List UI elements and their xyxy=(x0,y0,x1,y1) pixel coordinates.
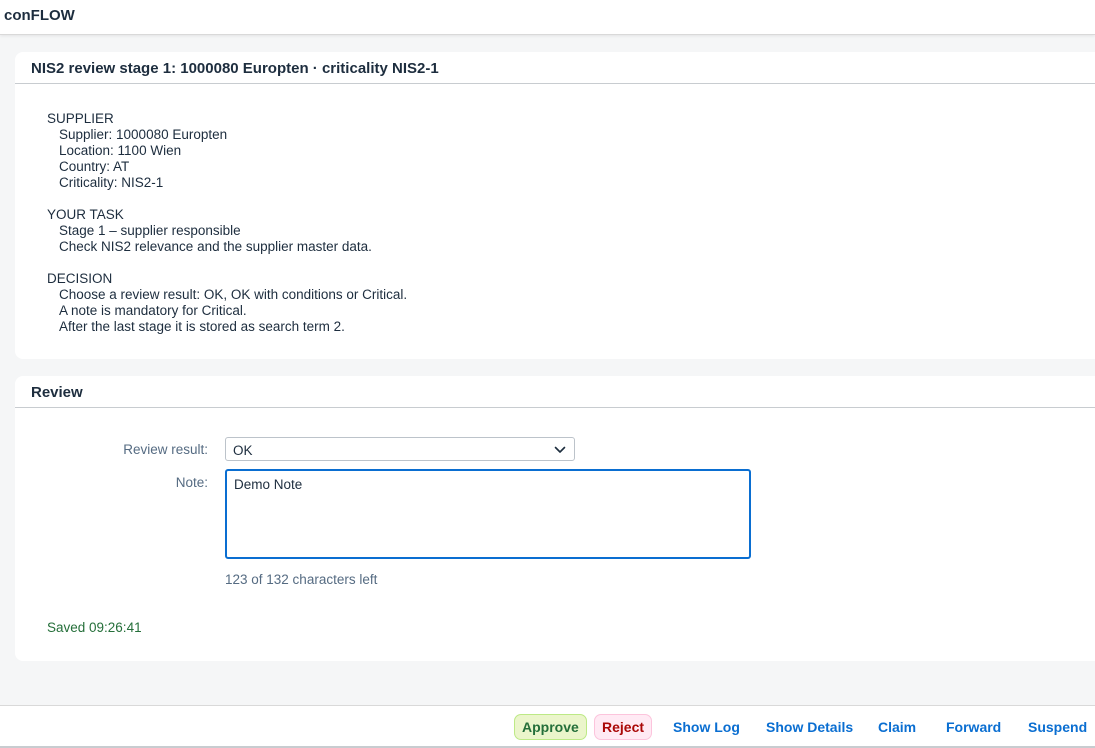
saved-status: Saved 09:26:41 xyxy=(47,620,142,635)
reject-button[interactable]: Reject xyxy=(594,714,653,740)
review-panel-header: Review xyxy=(15,376,1095,408)
decision-section: DECISION Choose a review result: OK, OK … xyxy=(47,271,407,335)
task-title: NIS2 review stage 1: 1000080 Europten · … xyxy=(31,60,439,77)
review-panel: Review Review result: OK Note: Demo Note… xyxy=(15,376,1095,661)
shell-bar: conFLOW xyxy=(0,0,1095,35)
review-result-value: OK xyxy=(233,443,253,458)
task-line: Check NIS2 relevance and the supplier ma… xyxy=(59,239,372,254)
forward-button[interactable]: Forward xyxy=(938,714,1009,740)
task-line: Stage 1 – supplier responsible xyxy=(59,223,241,238)
approve-button[interactable]: Approve xyxy=(514,714,587,740)
criticality-line: Criticality: NIS2-1 xyxy=(59,175,164,190)
review-result-label: Review result: xyxy=(123,442,208,457)
country-line: Country: AT xyxy=(59,159,130,174)
decision-line: After the last stage it is stored as sea… xyxy=(59,319,345,334)
note-textarea[interactable]: Demo Note xyxy=(225,469,751,559)
claim-button[interactable]: Claim xyxy=(870,714,924,740)
task-description-panel: NIS2 review stage 1: 1000080 Europten · … xyxy=(15,52,1095,359)
section-heading: DECISION xyxy=(47,271,113,286)
app-title: conFLOW xyxy=(4,7,75,24)
section-heading: SUPPLIER xyxy=(47,111,114,126)
your-task-section: YOUR TASK Stage 1 – supplier responsible… xyxy=(47,207,407,255)
decision-line: A note is mandatory for Critical. xyxy=(59,303,247,318)
show-details-button[interactable]: Show Details xyxy=(758,714,861,740)
task-panel-header: NIS2 review stage 1: 1000080 Europten · … xyxy=(15,52,1095,84)
section-heading: YOUR TASK xyxy=(47,207,124,222)
footer-toolbar: Approve Reject Show Log Show Details Cla… xyxy=(0,705,1095,748)
show-log-button[interactable]: Show Log xyxy=(665,714,748,740)
decision-line: Choose a review result: OK, OK with cond… xyxy=(59,287,408,302)
location-line: Location: 1100 Wien xyxy=(59,143,182,158)
review-result-select[interactable]: OK xyxy=(225,437,575,461)
chevron-down-icon[interactable] xyxy=(554,444,566,456)
supplier-section: SUPPLIER Supplier: 1000080 Europten Loca… xyxy=(47,111,407,191)
char-counter: 123 of 132 characters left xyxy=(225,572,378,587)
task-description: SUPPLIER Supplier: 1000080 Europten Loca… xyxy=(47,111,407,351)
supplier-line: Supplier: 1000080 Europten xyxy=(59,127,228,142)
suspend-button[interactable]: Suspend xyxy=(1020,714,1095,740)
note-label: Note: xyxy=(175,475,208,490)
review-title: Review xyxy=(31,384,83,401)
